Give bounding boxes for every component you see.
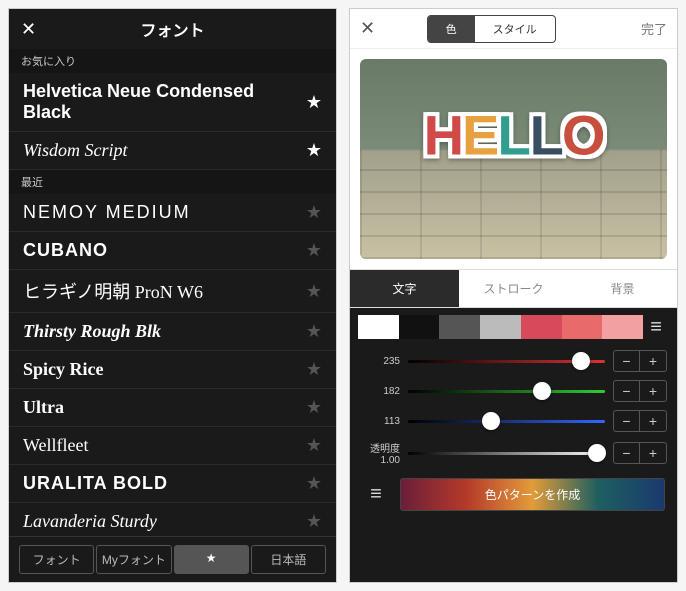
- slider-track[interactable]: [408, 381, 605, 401]
- segment-tab[interactable]: スタイル: [475, 16, 555, 42]
- font-bottom-tabs: フォントMyフォント★日本語: [9, 536, 336, 582]
- font-row[interactable]: ヒラギノ明朝 ProN W6 ★: [9, 270, 336, 313]
- font-panel: ✕ フォント お気に入り Helvetica Neue Condensed Bl…: [8, 8, 337, 583]
- star-icon[interactable]: ★: [306, 511, 322, 532]
- star-icon[interactable]: ★: [306, 240, 322, 261]
- slider-thumb[interactable]: [572, 352, 590, 370]
- slider-row: 113 −+: [350, 406, 677, 436]
- star-icon[interactable]: ★: [306, 92, 322, 113]
- slider-label: 113: [360, 416, 400, 427]
- color-swatch[interactable]: [439, 315, 480, 339]
- done-button[interactable]: 完了: [641, 19, 667, 38]
- font-row[interactable]: Thirsty Rough Blk ★: [9, 313, 336, 351]
- plus-button[interactable]: +: [640, 443, 666, 463]
- section-recent: 最近: [9, 170, 336, 194]
- plus-button[interactable]: +: [640, 411, 666, 431]
- color-header: ✕ 色スタイル 完了: [350, 9, 677, 49]
- font-name: URALITA BOLD: [23, 473, 168, 494]
- font-header: ✕ フォント: [9, 9, 336, 49]
- color-swatch[interactable]: [358, 315, 399, 339]
- star-icon[interactable]: ★: [306, 321, 322, 342]
- stepper: −+: [613, 410, 667, 432]
- minus-button[interactable]: −: [614, 411, 640, 431]
- font-row[interactable]: Ultra ★: [9, 389, 336, 427]
- slider-label: 182: [360, 386, 400, 397]
- star-icon[interactable]: ★: [306, 202, 322, 223]
- close-icon[interactable]: ✕: [21, 19, 45, 40]
- star-icon[interactable]: ★: [306, 359, 322, 380]
- slider-row: 透明度 1.00 −+: [350, 436, 677, 470]
- star-icon[interactable]: ★: [306, 281, 322, 302]
- create-pattern-button[interactable]: 色パターンを作成: [400, 478, 665, 511]
- plus-button[interactable]: +: [640, 351, 666, 371]
- font-list: お気に入り Helvetica Neue Condensed Black★Wis…: [9, 49, 336, 536]
- font-name: Lavanderia Sturdy: [23, 511, 157, 532]
- slider-thumb[interactable]: [533, 382, 551, 400]
- slider-label: 透明度 1.00: [360, 440, 400, 466]
- color-swatch[interactable]: [399, 315, 440, 339]
- editor-footer: ≡ 色パターンを作成: [350, 470, 677, 519]
- color-swatches: ≡: [358, 312, 669, 342]
- font-title: フォント: [45, 17, 300, 41]
- font-row[interactable]: NEMOY MEDIUM ★: [9, 194, 336, 232]
- segment-control: 色スタイル: [427, 15, 556, 43]
- slider-track[interactable]: [408, 411, 605, 431]
- attribute-tab[interactable]: 文字: [350, 270, 459, 307]
- star-icon[interactable]: ★: [306, 473, 322, 494]
- font-name: Ultra: [23, 397, 64, 418]
- font-row[interactable]: Helvetica Neue Condensed Black★: [9, 73, 336, 132]
- color-swatch[interactable]: [521, 315, 562, 339]
- color-swatch[interactable]: [562, 315, 603, 339]
- star-icon[interactable]: ★: [306, 435, 322, 456]
- more-swatches-icon[interactable]: ≡: [643, 316, 669, 339]
- font-row[interactable]: CUBANO ★: [9, 232, 336, 270]
- minus-button[interactable]: −: [614, 351, 640, 371]
- color-panel: ✕ 色スタイル 完了 HELLO 文字ストローク背景 ≡ 235−+182−+1…: [349, 8, 678, 583]
- minus-button[interactable]: −: [614, 381, 640, 401]
- slider-row: 182 −+: [350, 376, 677, 406]
- star-icon[interactable]: ★: [306, 397, 322, 418]
- bottom-tab[interactable]: Myフォント: [96, 545, 171, 574]
- slider-track[interactable]: [408, 351, 605, 371]
- close-icon[interactable]: ✕: [360, 18, 384, 39]
- font-name: NEMOY MEDIUM: [23, 202, 191, 223]
- color-editor: ≡ 235−+182−+113−+透明度 1.00−+ ≡ 色パターンを作成: [350, 308, 677, 582]
- font-row[interactable]: Wellfleet ★: [9, 427, 336, 465]
- attribute-tabs: 文字ストローク背景: [350, 269, 677, 308]
- plus-button[interactable]: +: [640, 381, 666, 401]
- slider-thumb[interactable]: [482, 412, 500, 430]
- slider-label: 235: [360, 356, 400, 367]
- preview-text: HELLO: [424, 103, 604, 168]
- font-name: Thirsty Rough Blk: [23, 321, 161, 342]
- section-favorites: お気に入り: [9, 49, 336, 73]
- attribute-tab[interactable]: ストローク: [459, 270, 568, 307]
- font-row[interactable]: Wisdom Script ★: [9, 132, 336, 170]
- font-name: Wisdom Script: [23, 140, 128, 161]
- minus-button[interactable]: −: [614, 443, 640, 463]
- font-name: ヒラギノ明朝 ProN W6: [23, 278, 203, 304]
- stepper: −+: [613, 350, 667, 372]
- font-name: CUBANO: [23, 240, 108, 261]
- font-name: Spicy Rice: [23, 359, 104, 380]
- preview-image: HELLO: [360, 59, 667, 259]
- font-name: Helvetica Neue Condensed Black: [23, 81, 306, 123]
- stepper: −+: [613, 442, 667, 464]
- slider-thumb[interactable]: [588, 444, 606, 462]
- stepper: −+: [613, 380, 667, 402]
- font-row[interactable]: URALITA BOLD ★: [9, 465, 336, 503]
- color-swatch[interactable]: [602, 315, 643, 339]
- slider-track[interactable]: [408, 443, 605, 463]
- bottom-tab[interactable]: ★: [174, 545, 249, 574]
- font-row[interactable]: Lavanderia Sturdy ★: [9, 503, 336, 536]
- segment-tab[interactable]: 色: [428, 16, 475, 42]
- attribute-tab[interactable]: 背景: [568, 270, 677, 307]
- slider-row: 235 −+: [350, 346, 677, 376]
- menu-icon[interactable]: ≡: [362, 483, 390, 506]
- font-name: Wellfleet: [23, 435, 89, 456]
- star-icon[interactable]: ★: [306, 140, 322, 161]
- bottom-tab[interactable]: フォント: [19, 545, 94, 574]
- bottom-tab[interactable]: 日本語: [251, 545, 326, 574]
- font-row[interactable]: Spicy Rice ★: [9, 351, 336, 389]
- color-swatch[interactable]: [480, 315, 521, 339]
